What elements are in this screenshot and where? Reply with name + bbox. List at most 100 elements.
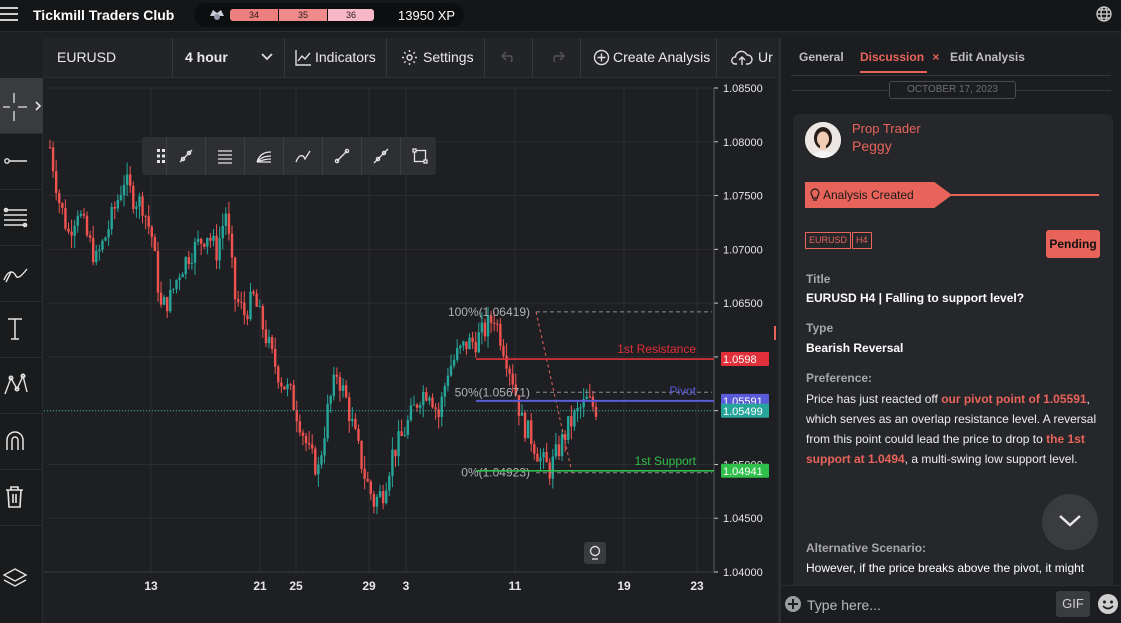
fib-fan-tool[interactable]: [244, 137, 283, 175]
candle-body: [468, 337, 471, 350]
candle-body: [493, 322, 496, 324]
create-analysis-button[interactable]: Create Analysis: [581, 38, 717, 78]
candle-body: [462, 341, 465, 346]
candle-body: [363, 468, 366, 479]
magnet-tool[interactable]: [0, 414, 43, 470]
y-tick-label: 1.06500: [723, 298, 763, 310]
magnet-icon: [6, 431, 24, 450]
layers-tool[interactable]: [0, 552, 43, 608]
message-composer: GIF: [781, 585, 1121, 623]
candle-body: [341, 385, 345, 391]
candle-body: [82, 213, 86, 216]
candle-body: [332, 374, 335, 397]
undo-icon: [500, 51, 513, 63]
analysis-message-card: Prop Trader Peggy Analysis Created EURUS…: [793, 114, 1113, 594]
timeframe-label: 4 hour: [185, 49, 228, 65]
scroll-down-button[interactable]: [1042, 494, 1098, 550]
candle-body: [388, 475, 391, 491]
candle-body: [431, 397, 434, 408]
upload-button[interactable]: Ur: [717, 38, 777, 78]
ray-icon: [179, 149, 193, 163]
candle-body: [51, 147, 55, 172]
preference-text: Price has just reacted off our pivot poi…: [806, 389, 1106, 469]
rectangle-tool[interactable]: [400, 137, 439, 175]
candle-body: [526, 420, 530, 439]
fib-levels-tool[interactable]: [0, 190, 43, 246]
delete-tool[interactable]: [0, 470, 43, 526]
candle-body: [530, 420, 533, 445]
current-price-label: 1.05499: [723, 406, 763, 418]
candle-body: [175, 280, 178, 289]
candle-body: [523, 412, 527, 439]
horizontal-line-tool[interactable]: [0, 134, 43, 190]
candle-body: [425, 391, 428, 401]
candle-body: [215, 235, 218, 261]
candle-body: [446, 375, 450, 387]
fib-level-label: 50%(1.05671): [455, 385, 530, 399]
candle-body: [314, 448, 317, 475]
status-badge: Pending: [1046, 230, 1100, 258]
candle-body: [455, 348, 459, 360]
ray-tool[interactable]: [166, 137, 205, 175]
candle-body: [144, 215, 147, 217]
user-role: Prop Trader: [852, 121, 921, 136]
tab-discussion[interactable]: Discussion ×: [860, 50, 939, 73]
menu-icon[interactable]: [0, 7, 18, 23]
candle-body: [452, 359, 456, 366]
symbol-selector[interactable]: EURUSD: [43, 38, 173, 78]
candle-body: [85, 215, 89, 236]
indicators-button[interactable]: Indicators: [285, 38, 387, 78]
candle-body: [156, 251, 160, 293]
emoji-icon[interactable]: [1097, 593, 1119, 615]
undo-button[interactable]: [485, 38, 533, 78]
pattern-tool[interactable]: [0, 358, 43, 414]
chevron-down-icon: [261, 53, 273, 61]
candle-body: [381, 491, 385, 504]
globe-icon[interactable]: [1095, 5, 1113, 23]
gif-button[interactable]: GIF: [1056, 591, 1090, 617]
message-input[interactable]: [807, 595, 1037, 615]
create-analysis-label: Create Analysis: [613, 49, 711, 65]
pen-icon: [295, 150, 311, 163]
extended-line-icon: [373, 148, 389, 164]
tab-general[interactable]: General: [799, 50, 844, 64]
extended-line-tool[interactable]: [361, 137, 400, 175]
rank-badge-icon: [210, 10, 224, 20]
candle-body: [54, 171, 58, 193]
tab-edit-analysis[interactable]: Edit Analysis: [950, 50, 1025, 64]
candle-body: [172, 288, 175, 290]
indicators-label: Indicators: [315, 49, 376, 65]
candle-body: [264, 329, 268, 344]
add-attachment-icon[interactable]: [785, 596, 801, 612]
analysis-created-label: Analysis Created: [823, 188, 914, 202]
x-tick-label: 29: [362, 579, 376, 593]
crosshair-icon: [3, 93, 41, 121]
redo-button[interactable]: [533, 38, 581, 78]
candle-body: [320, 455, 323, 465]
candle-body: [459, 345, 462, 349]
candle-body: [147, 216, 150, 227]
timeframe-dropdown[interactable]: 4 hour: [173, 38, 285, 78]
candle-body: [132, 185, 135, 209]
user-name[interactable]: Peggy: [852, 138, 892, 154]
close-icon[interactable]: ×: [932, 50, 939, 64]
candle-body: [573, 411, 576, 427]
type-value: Bearish Reversal: [806, 341, 904, 355]
candle-body: [110, 207, 113, 230]
parallel-channel-tool[interactable]: [205, 137, 244, 175]
settings-button[interactable]: Settings: [387, 38, 485, 78]
candle-body: [218, 238, 221, 261]
brush-tool[interactable]: [0, 246, 43, 302]
candle-body: [116, 199, 120, 209]
crosshair-tool[interactable]: [0, 78, 43, 134]
fib-levels-icon: [3, 207, 28, 228]
text-tool[interactable]: [0, 302, 43, 358]
analysis-panel: General Discussion × Edit Analysis OCTOB…: [778, 38, 1121, 623]
candle-body: [496, 323, 499, 325]
candle-body: [178, 277, 181, 281]
y-tick-label: 1.08000: [723, 137, 763, 149]
candle-body: [397, 431, 400, 457]
pref-text-1: Price has just reacted off: [806, 392, 942, 406]
pen-tool[interactable]: [283, 137, 322, 175]
trend-line-tool[interactable]: [322, 137, 361, 175]
